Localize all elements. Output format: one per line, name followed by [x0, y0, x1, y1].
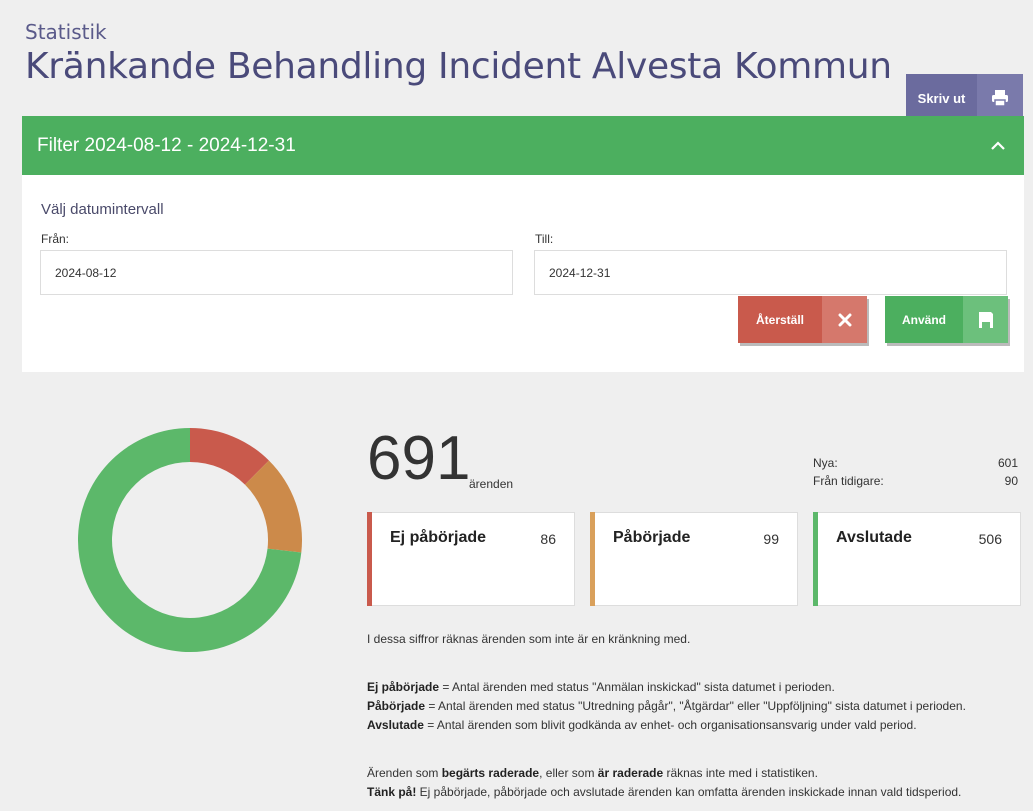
filter-panel: Välj datumintervall Från: Till: 2024-08-…	[22, 175, 1024, 372]
card-completed: Avslutade 506	[813, 512, 1021, 606]
tip-term: Tänk på!	[367, 785, 417, 799]
note-emphasis: begärts raderade	[441, 766, 540, 780]
card-accent-bar	[813, 512, 818, 606]
definition-not-started: Ej påbörjade = Antal ärenden med status …	[367, 680, 835, 694]
printer-icon	[977, 74, 1023, 122]
definition-text: = Antal ärenden som blivit godkända av e…	[423, 718, 917, 732]
from-label: Från:	[41, 232, 70, 246]
total-count: 691	[367, 424, 471, 493]
apply-button[interactable]: Använd	[885, 296, 1008, 343]
definition-term: Avslutade	[367, 718, 424, 732]
page-title: Kränkande Behandling Incident Alvesta Ko…	[25, 46, 892, 87]
note-text: räknas inte med i statistiken.	[663, 766, 818, 780]
definition-text: = Antal ärenden med status "Anmälan insk…	[439, 680, 835, 694]
tip-note: Tänk på! Ej påbörjade, påbörjade och avs…	[367, 785, 961, 799]
to-label: Till:	[535, 232, 554, 246]
definition-term: Påbörjade	[367, 699, 426, 713]
definition-text: = Antal ärenden med status "Utredning på…	[425, 699, 966, 713]
status-donut-chart	[78, 428, 302, 652]
close-icon	[822, 296, 867, 343]
apply-button-label: Använd	[885, 296, 963, 343]
definition-started: Påbörjade = Antal ärenden med status "Ut…	[367, 699, 966, 713]
new-label: Nya:	[813, 456, 838, 470]
deleted-note: Ärenden som begärts raderade, eller som …	[367, 766, 818, 780]
new-value: 601	[997, 456, 1018, 470]
from-date-input[interactable]: 2024-08-12	[40, 250, 513, 295]
card-label: Ej påbörjade	[390, 529, 487, 546]
card-label: Påbörjade	[613, 529, 691, 546]
print-button-label: Skriv ut	[906, 74, 977, 122]
print-button[interactable]: Skriv ut	[906, 74, 1023, 122]
save-icon	[963, 296, 1008, 343]
note-text: , eller som	[539, 766, 598, 780]
page-header: Statistik Kränkande Behandling Incident …	[25, 20, 892, 87]
filter-header[interactable]: Filter 2024-08-12 - 2024-12-31	[22, 116, 1024, 175]
reset-button[interactable]: Återställ	[738, 296, 867, 343]
card-not-started: Ej påbörjade 86	[367, 512, 575, 606]
note-emphasis: är raderade	[597, 766, 664, 780]
previous-label: Från tidigare:	[813, 474, 884, 488]
total-unit: ärenden	[469, 477, 514, 491]
card-accent-bar	[590, 512, 595, 606]
card-label: Avslutade	[836, 529, 912, 546]
card-value: 86	[540, 531, 556, 547]
reset-button-label: Återställ	[738, 296, 822, 343]
card-value: 99	[763, 531, 779, 547]
card-started: Påbörjade 99	[590, 512, 798, 606]
chevron-up-icon[interactable]	[990, 135, 1006, 156]
definition-completed: Avslutade = Antal ärenden som blivit god…	[367, 718, 917, 732]
to-date-input[interactable]: 2024-12-31	[534, 250, 1007, 295]
previous-value: 90	[1004, 474, 1018, 488]
info-note: I dessa siffror räknas ärenden som inte …	[367, 632, 691, 646]
date-range-heading: Välj datumintervall	[41, 201, 164, 218]
note-text: Ärenden som	[367, 766, 442, 780]
card-accent-bar	[367, 512, 372, 606]
definition-term: Ej påbörjade	[367, 680, 440, 694]
filter-title: Filter 2024-08-12 - 2024-12-31	[37, 134, 296, 156]
tip-text: Ej påbörjade, påbörjade och avslutade är…	[416, 785, 962, 799]
card-value: 506	[978, 531, 1002, 547]
page-subtitle: Statistik	[25, 20, 107, 44]
